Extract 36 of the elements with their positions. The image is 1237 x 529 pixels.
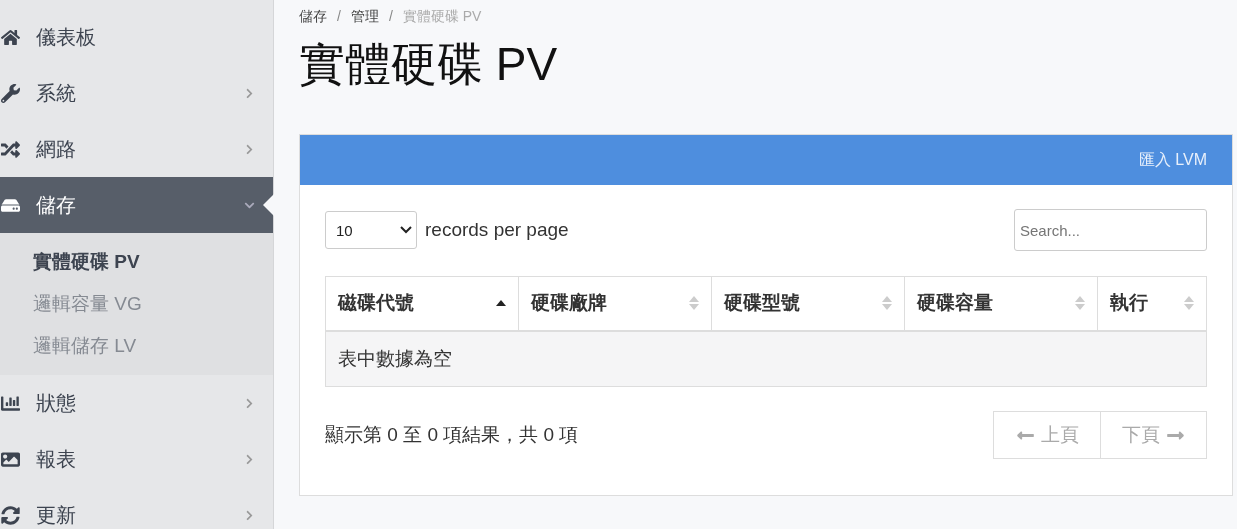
search-field[interactable]: Search... — [1014, 209, 1207, 251]
empty-message: 表中數據為空 — [325, 330, 1207, 387]
breadcrumb-link[interactable]: 管理 — [350, 8, 379, 26]
submenu-item[interactable]: 實體硬碟 PV — [0, 241, 273, 283]
sidebar-item[interactable]: 更新 — [0, 487, 273, 529]
sidebar-item[interactable]: 網路 — [0, 121, 273, 177]
column-header[interactable]: 硬碟型號 — [711, 276, 905, 331]
sidebar-item[interactable]: 報表 — [0, 431, 273, 487]
image-icon — [0, 449, 20, 469]
sidebar-item[interactable]: 儲存 — [0, 177, 273, 233]
column-header[interactable]: 執行 — [1097, 276, 1207, 331]
chevron-icon — [244, 509, 255, 521]
active-pointer — [263, 194, 274, 216]
shuffle-icon — [0, 139, 20, 159]
caret-icon — [400, 226, 412, 234]
breadcrumb-link[interactable]: 儲存 — [299, 8, 327, 26]
column-header[interactable]: 磁碟代號 — [325, 276, 519, 331]
sidebar-item[interactable]: 系統 — [0, 65, 273, 121]
chevron-icon — [244, 87, 255, 99]
chevron-icon — [244, 397, 255, 409]
wrench-icon — [0, 83, 20, 103]
page-size-select[interactable]: 10 — [325, 211, 417, 249]
sidebar-item[interactable]: 狀態 — [0, 375, 273, 431]
chevron-icon — [244, 453, 255, 465]
refresh-icon — [0, 505, 20, 525]
results-summary: 顯示第 0 至 0 項結果，共 0 項 — [325, 423, 579, 447]
breadcrumb-separator: / — [337, 8, 341, 26]
page-title: 實體硬碟 PV — [299, 37, 559, 92]
column-header[interactable]: 硬碟廠牌 — [518, 276, 712, 331]
bar-chart-icon — [0, 393, 20, 413]
home-icon — [0, 27, 20, 47]
chevron-icon — [244, 143, 255, 155]
column-header[interactable]: 硬碟容量 — [904, 276, 1098, 331]
sidebar-item[interactable]: 儀表板 — [0, 9, 273, 65]
page-size-label: records per page — [425, 219, 569, 241]
breadcrumb-separator: / — [388, 8, 393, 26]
